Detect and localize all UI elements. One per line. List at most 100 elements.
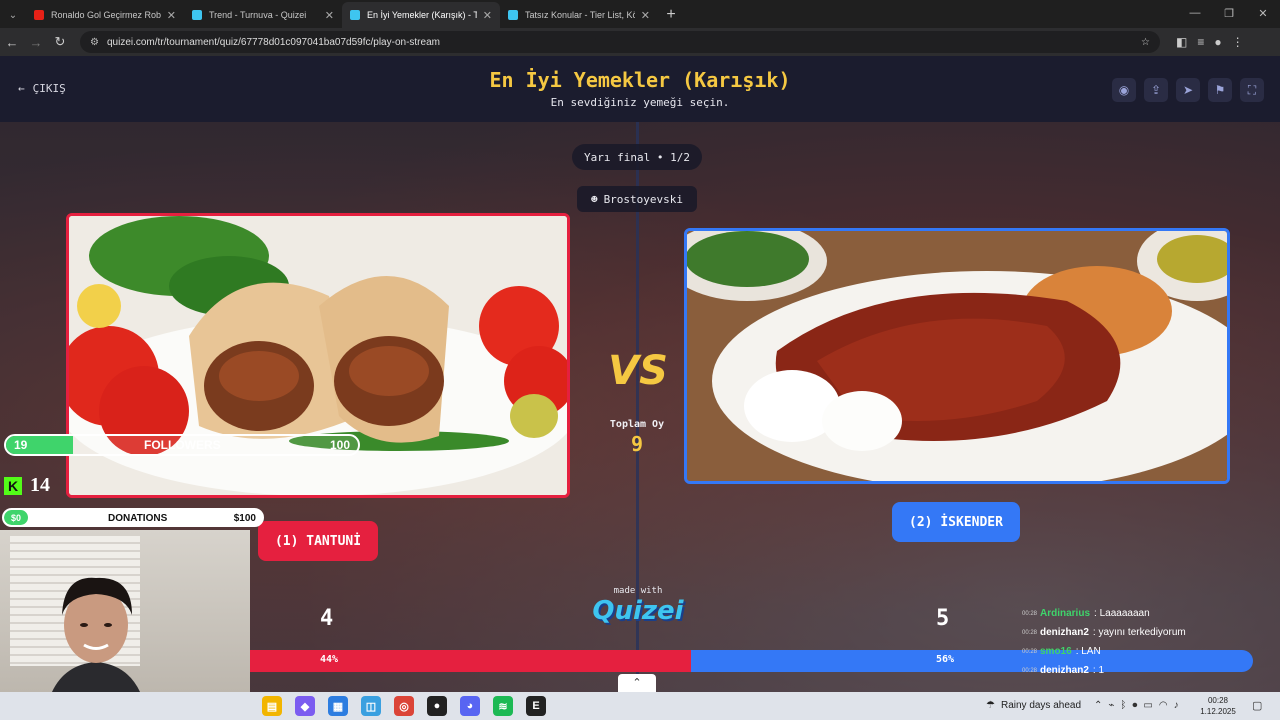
- system-tray: ⌃ ⌁ ᛒ ⏺ ▭ ◠ ♪: [1094, 700, 1179, 711]
- chat-time: 00:28: [1022, 610, 1038, 617]
- menu-icon[interactable]: ⋮: [1232, 35, 1244, 49]
- webcam-feed: [0, 530, 250, 692]
- stream-chat: 00:28 Ardinarius : Laaaaaaan 00:28 deniz…: [1022, 604, 1278, 680]
- chat-message: 00:28 denizhan2 : 1: [1022, 661, 1278, 680]
- system-clock[interactable]: 00:28 1.12.2025: [1200, 695, 1236, 717]
- chevron-up-icon[interactable]: ⌃: [1094, 700, 1102, 711]
- back-icon[interactable]: ←: [0, 35, 24, 50]
- chat-text: : yayını terkediyorum: [1092, 627, 1186, 638]
- quizei-favicon-icon: [192, 10, 202, 20]
- vote-option-2-button[interactable]: (2) İSKENDER: [892, 502, 1020, 542]
- option-card-right[interactable]: [684, 228, 1230, 484]
- total-votes-label: Toplam Oy: [609, 419, 665, 430]
- window-controls: — ❐ ✕: [1178, 0, 1280, 26]
- volume-icon[interactable]: ♪: [1174, 700, 1179, 711]
- store-icon[interactable]: ▦: [328, 696, 348, 716]
- bluetooth-icon[interactable]: ᛒ: [1120, 700, 1126, 711]
- chat-time: 00:28: [1022, 648, 1038, 655]
- chat-time: 00:28: [1022, 667, 1038, 674]
- page-title: En İyi Yemekler (Karışık): [489, 68, 791, 92]
- chevron-up-icon[interactable]: ⌃: [618, 674, 656, 692]
- quizei-favicon-icon: [350, 10, 360, 20]
- new-tab-button[interactable]: +: [658, 2, 684, 28]
- close-icon[interactable]: ✕: [483, 9, 492, 22]
- browser-tab-0[interactable]: Ronaldo Gol Geçirmez Robotu ✕: [26, 2, 184, 28]
- donations-current: $0: [11, 513, 22, 523]
- chrome-icon[interactable]: ◎: [394, 696, 414, 716]
- chat-user: Ardinarius: [1040, 608, 1091, 619]
- vote-option-1-button[interactable]: (1) TANTUNİ: [258, 521, 378, 561]
- chat-text: : 1: [1092, 665, 1105, 676]
- browser-tab-3[interactable]: Tatsız Konular - Tier List, Kör Sı ✕: [500, 2, 658, 28]
- extensions-icon[interactable]: ◧: [1176, 35, 1187, 49]
- address-bar-row: ← → ↻ ⚙ quizei.com/tr/tournament/quiz/67…: [0, 28, 1280, 56]
- reload-icon[interactable]: ↻: [48, 34, 72, 50]
- url-text: quizei.com/tr/tournament/quiz/67778d01c0…: [106, 36, 440, 48]
- header-actions: ◉ ⇪ ➤ ⚑ ⛶: [1112, 78, 1264, 102]
- epic-games-icon[interactable]: E: [526, 696, 546, 716]
- avatar-icon: ☻: [590, 192, 598, 206]
- close-icon[interactable]: ✕: [641, 9, 650, 22]
- streamer-name: Brostoyevski: [603, 192, 684, 206]
- tab-search-icon[interactable]: ⌄: [0, 2, 26, 28]
- browser-toolbar-icons: ◧ ≡ ● ⋮: [1176, 35, 1244, 49]
- minimize-icon[interactable]: —: [1178, 0, 1212, 26]
- followers-goal: 100: [329, 438, 350, 452]
- kick-viewers: K 14: [4, 474, 50, 497]
- quiz-page: ← ÇIKIŞ En İyi Yemekler (Karışık) En sev…: [0, 56, 1280, 692]
- reading-list-icon[interactable]: ≡: [1197, 35, 1204, 49]
- donations-goal: $100: [233, 513, 256, 524]
- bookmark-star-icon[interactable]: ☆: [1141, 37, 1150, 48]
- profile-icon[interactable]: ●: [1214, 35, 1221, 49]
- browser-tab-bar: ⌄ Ronaldo Gol Geçirmez Robotu ✕ Trend - …: [0, 0, 1280, 28]
- close-icon[interactable]: ✕: [325, 9, 334, 22]
- close-icon[interactable]: ✕: [167, 9, 176, 22]
- iskender-illustration: [687, 231, 1227, 481]
- donations-goal-bar: $0 DONATIONS $100: [2, 508, 264, 527]
- app-icon[interactable]: ◫: [361, 696, 381, 716]
- display-icon[interactable]: ▭: [1143, 700, 1152, 711]
- close-window-icon[interactable]: ✕: [1246, 0, 1280, 26]
- share-icon[interactable]: ⇪: [1144, 78, 1168, 102]
- url-field[interactable]: ⚙ quizei.com/tr/tournament/quiz/67778d01…: [80, 31, 1160, 53]
- spotify-icon[interactable]: ≋: [493, 696, 513, 716]
- streamer-badge: ☻ Brostoyevski: [577, 186, 697, 212]
- vs-lightning-icon: VS: [608, 348, 668, 394]
- obs-icon[interactable]: ●: [427, 696, 447, 716]
- network-icon[interactable]: ⌁: [1108, 700, 1114, 711]
- eye-icon[interactable]: ◉: [1112, 78, 1136, 102]
- weather-widget[interactable]: ☂ Rainy days ahead: [986, 700, 1081, 711]
- browser-tab-1[interactable]: Trend - Turnuva - Quizei ✕: [184, 2, 342, 28]
- maximize-icon[interactable]: ❐: [1212, 0, 1246, 26]
- chat-user: denizhan2: [1040, 665, 1089, 676]
- send-icon[interactable]: ➤: [1176, 78, 1200, 102]
- forward-icon[interactable]: →: [24, 35, 48, 50]
- site-info-icon[interactable]: ⚙: [90, 37, 99, 48]
- quizei-favicon-icon: [508, 10, 518, 20]
- tab-title: En İyi Yemekler (Karışık) - Tier Li: [367, 10, 477, 20]
- followers-current: 19: [14, 438, 28, 452]
- wifi-icon[interactable]: ◠: [1159, 700, 1168, 711]
- tab-title: Tatsız Konular - Tier List, Kör Sı: [525, 10, 635, 20]
- discord-icon[interactable]: ◕: [460, 696, 480, 716]
- flag-icon[interactable]: ⚑: [1208, 78, 1232, 102]
- notification-icon[interactable]: ▢: [1252, 699, 1262, 712]
- chat-user: smo16: [1040, 646, 1072, 657]
- vote-count-right: 5: [936, 606, 950, 631]
- kick-logo-icon: K: [4, 476, 22, 495]
- quizei-logo[interactable]: Quizei: [590, 596, 686, 626]
- tab-title: Ronaldo Gol Geçirmez Robotu: [51, 10, 161, 20]
- file-explorer-icon[interactable]: ▤: [262, 696, 282, 716]
- followers-label: FOLLOWERS: [144, 438, 221, 452]
- fullscreen-icon[interactable]: ⛶: [1240, 78, 1264, 102]
- total-votes-value: 9: [630, 432, 644, 456]
- browser-tab-2[interactable]: En İyi Yemekler (Karışık) - Tier Li ✕: [342, 2, 500, 28]
- os-taskbar: ▤ ◆ ▦ ◫ ◎ ● ◕ ≋ E ☂ Rainy days ahead ⌃ ⌁…: [0, 692, 1280, 720]
- donations-label: DONATIONS: [108, 513, 168, 524]
- copilot-icon[interactable]: ◆: [295, 696, 315, 716]
- iskender-image: [687, 231, 1227, 481]
- chat-time: 00:28: [1022, 629, 1038, 636]
- chat-message: 00:28 smo16 : LAN: [1022, 642, 1278, 661]
- kick-viewer-count: 14: [30, 474, 50, 496]
- microphone-icon[interactable]: ⏺: [1132, 700, 1137, 711]
